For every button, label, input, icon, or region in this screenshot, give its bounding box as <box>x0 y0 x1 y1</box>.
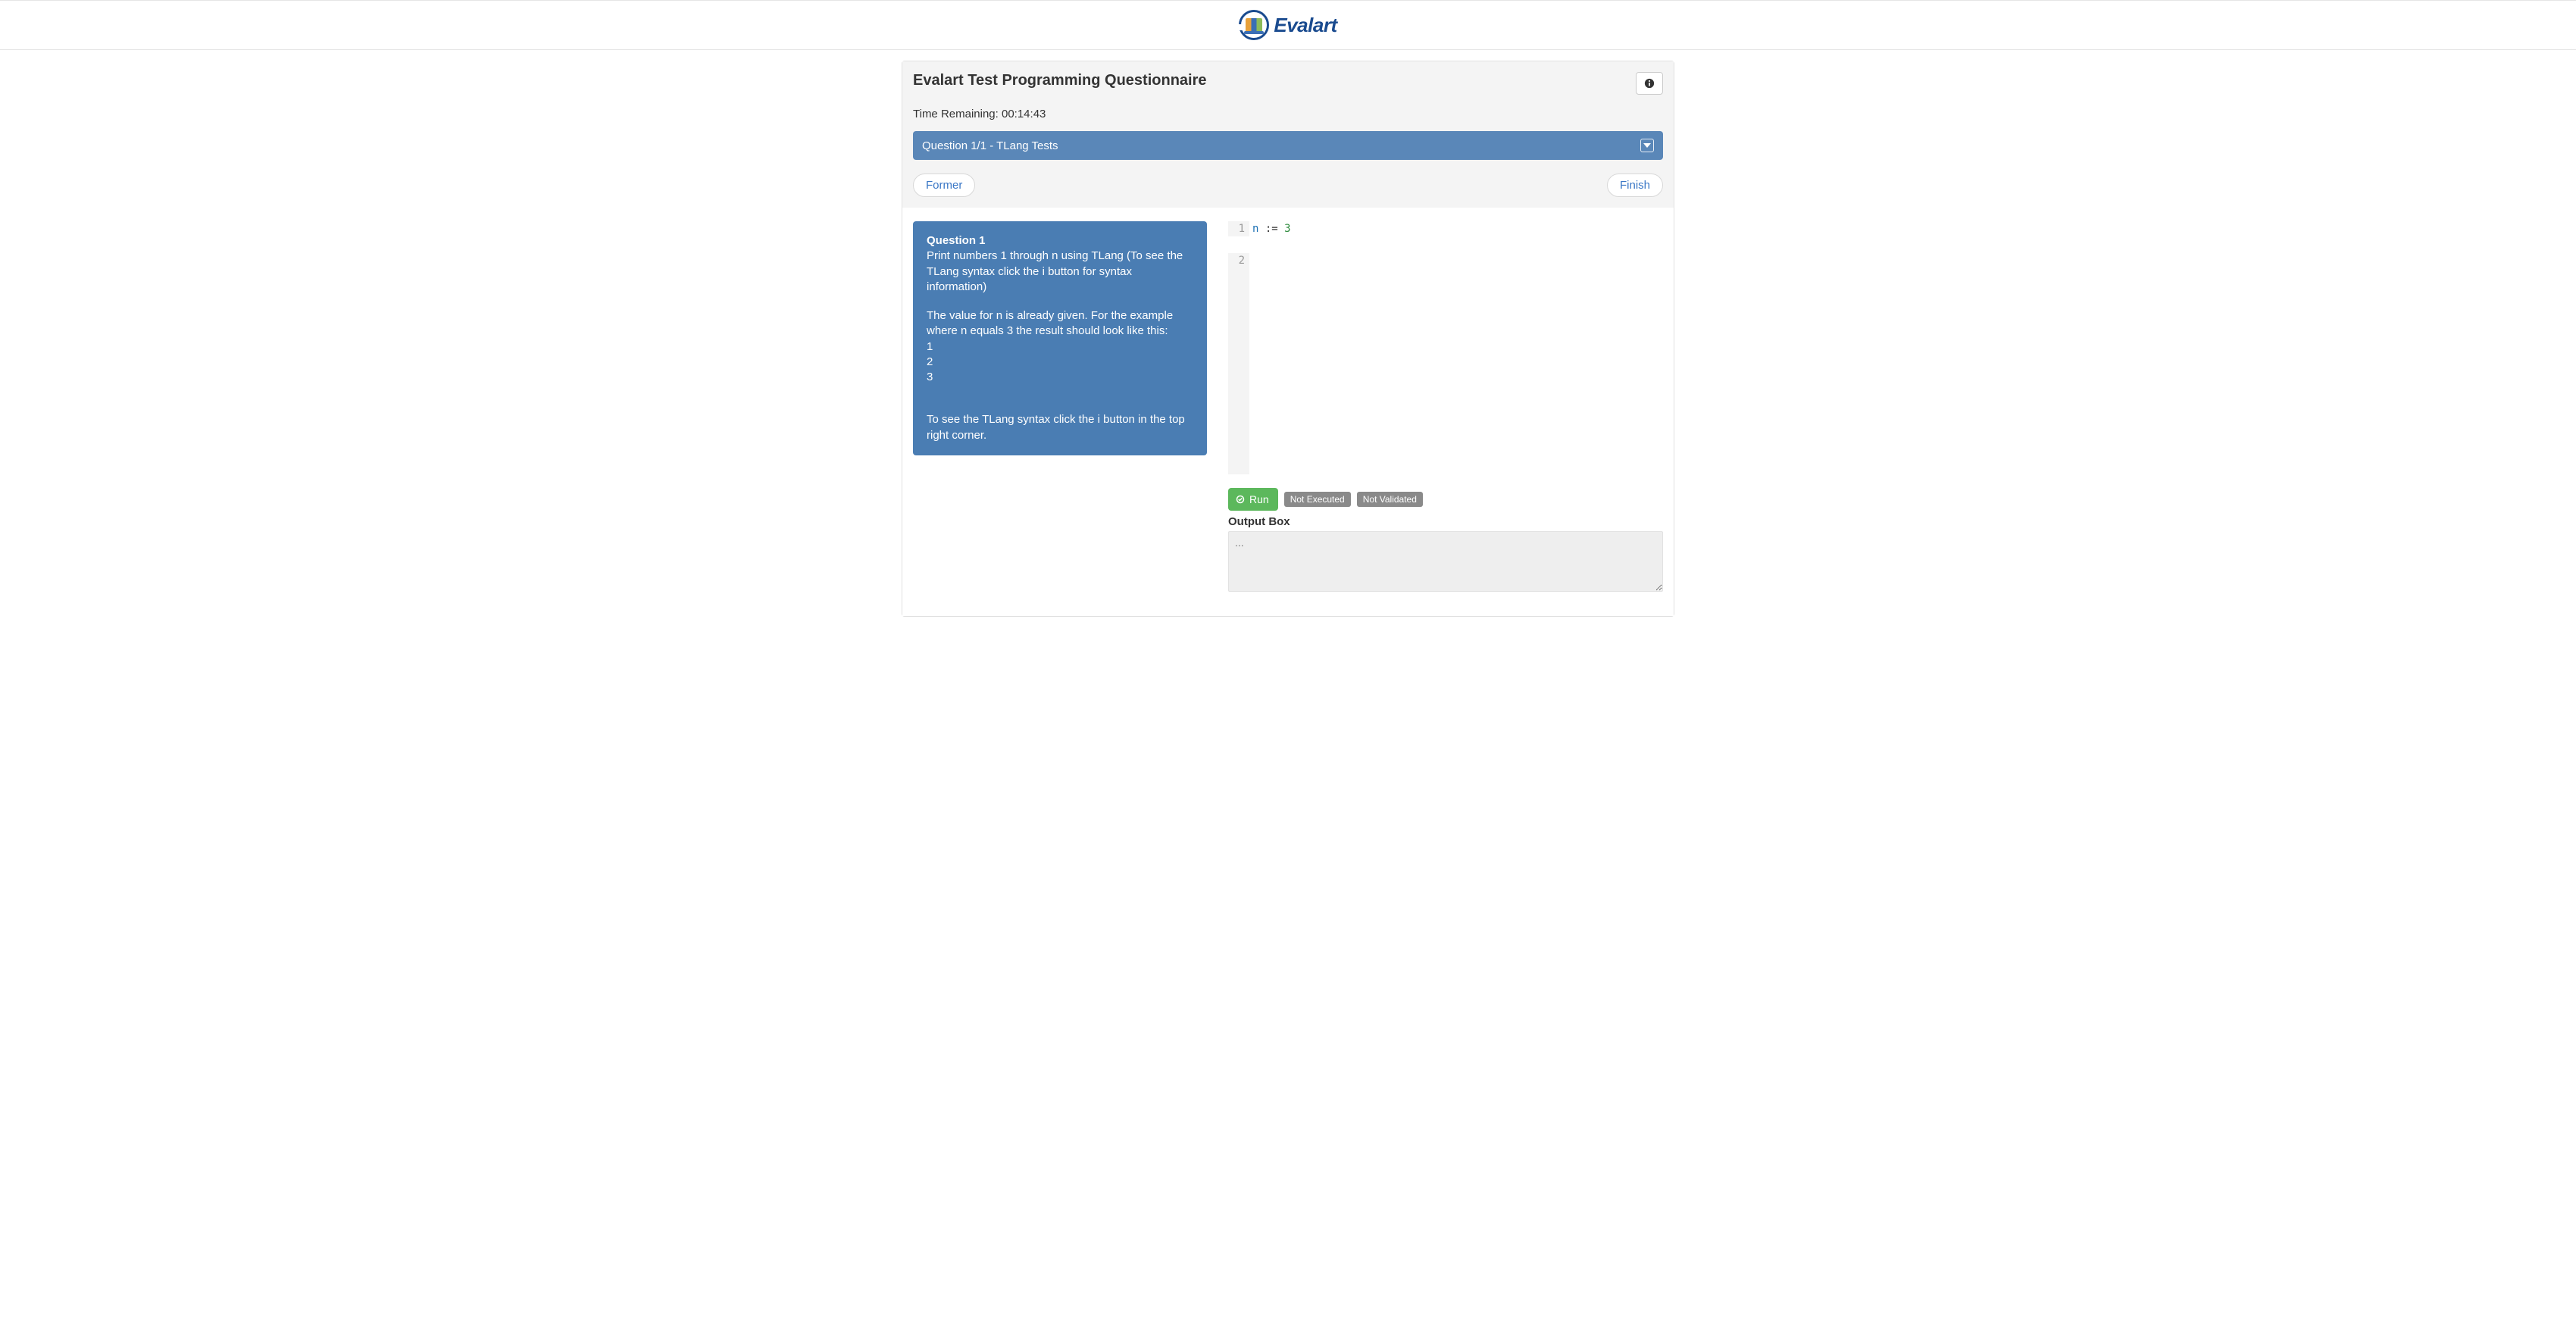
code-editor[interactable]: 1 n := 3 2 <box>1228 221 1663 474</box>
code-content[interactable] <box>1249 253 1663 474</box>
check-circle-icon <box>1236 495 1245 504</box>
question-selector-label: Question 1/1 - TLang Tests <box>922 139 1058 152</box>
token-number: 3 <box>1284 223 1290 235</box>
token-variable: n <box>1252 223 1258 235</box>
question-p2: The value for n is already given. For th… <box>927 309 1173 337</box>
question-column: Question 1 Print numbers 1 through n usi… <box>913 221 1207 595</box>
question-box: Question 1 Print numbers 1 through n usi… <box>913 221 1207 455</box>
run-label: Run <box>1249 493 1269 505</box>
output-label: Output Box <box>1228 515 1663 528</box>
run-row: Run Not Executed Not Validated <box>1228 488 1663 511</box>
dropdown-caret-box <box>1640 139 1654 152</box>
code-line-1: 1 n := 3 <box>1228 221 1663 236</box>
question-ex2: 2 <box>927 355 933 368</box>
question-ex3: 3 <box>927 371 933 383</box>
code-content[interactable]: n := 3 <box>1249 221 1663 236</box>
header-panel: Evalart Test Programming Questionnaire T… <box>902 61 1674 208</box>
token-operator: := <box>1265 223 1278 235</box>
question-ex1: 1 <box>927 340 933 353</box>
output-box[interactable] <box>1228 531 1663 592</box>
question-selector[interactable]: Question 1/1 - TLang Tests <box>913 131 1663 160</box>
question-heading: Question 1 <box>927 234 986 247</box>
body-area: Question 1 Print numbers 1 through n usi… <box>902 208 1674 616</box>
run-button[interactable]: Run <box>1228 488 1278 511</box>
chevron-down-icon <box>1643 143 1651 148</box>
question-p3: To see the TLang syntax click the i butt… <box>927 413 1185 441</box>
question-p1: Print numbers 1 through n using TLang (T… <box>927 249 1183 293</box>
logo-text: Evalart <box>1274 14 1336 37</box>
line-number: 1 <box>1228 221 1249 236</box>
time-label: Time Remaining: <box>913 108 1002 120</box>
info-button[interactable] <box>1636 72 1663 95</box>
exec-badge: Not Executed <box>1284 492 1351 507</box>
former-button[interactable]: Former <box>913 174 975 197</box>
line-number: 2 <box>1228 253 1249 474</box>
valid-badge: Not Validated <box>1357 492 1423 507</box>
editor-column: 1 n := 3 2 <box>1228 221 1663 595</box>
time-value: 00:14:43 <box>1002 108 1046 120</box>
code-line-2: 2 <box>1228 253 1663 474</box>
info-icon <box>1644 78 1655 89</box>
logo-icon <box>1239 10 1269 40</box>
nav-row: Former Finish <box>913 174 1663 197</box>
logo: Evalart <box>1239 10 1336 40</box>
top-header: Evalart <box>0 0 2576 50</box>
page-title: Evalart Test Programming Questionnaire <box>913 72 1207 89</box>
main-container: Evalart Test Programming Questionnaire T… <box>902 61 1674 617</box>
finish-button[interactable]: Finish <box>1607 174 1663 197</box>
time-remaining: Time Remaining: 00:14:43 <box>913 108 1663 120</box>
